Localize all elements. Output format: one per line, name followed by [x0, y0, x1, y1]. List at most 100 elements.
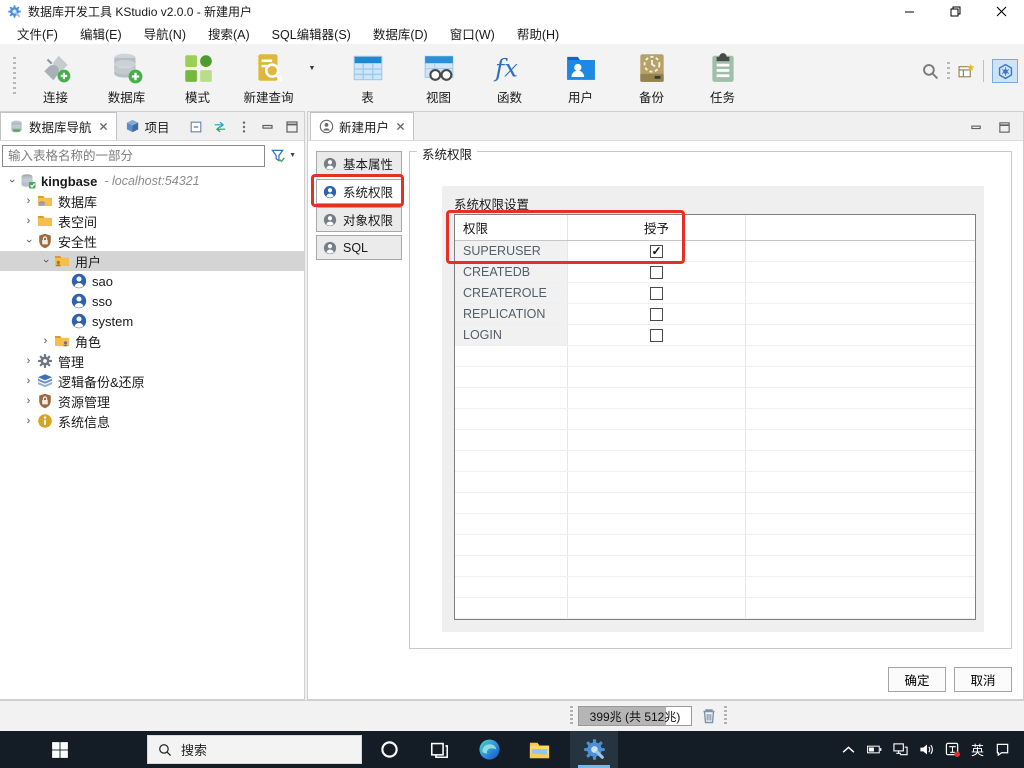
tab-close-icon[interactable]: [99, 122, 108, 131]
toolbar-button-connect[interactable]: 连接: [20, 51, 91, 106]
trash-icon[interactable]: [700, 707, 718, 725]
grant-checkbox[interactable]: [650, 287, 663, 300]
table-row[interactable]: CREATEDB: [455, 262, 975, 283]
tree-item-tablespaces[interactable]: ›表空间: [0, 211, 304, 231]
tree-item-databases[interactable]: ›数据库: [0, 191, 304, 211]
notification-center-icon[interactable]: [995, 742, 1010, 757]
tab-database-navigator[interactable]: 数据库导航: [0, 112, 117, 140]
toolbar-button-function[interactable]: fx函数: [474, 51, 545, 106]
tree-chevron-icon[interactable]: ›: [21, 355, 36, 367]
edge-browser-button[interactable]: [478, 738, 501, 761]
tree-chevron-icon[interactable]: ›: [21, 195, 36, 207]
tray-chevron-up-icon[interactable]: [841, 742, 856, 757]
tree-item-user-sso[interactable]: sso: [0, 291, 304, 311]
tab-projects[interactable]: 项目: [117, 112, 178, 140]
cancel-button[interactable]: 取消: [954, 667, 1012, 692]
empty-cell: [455, 367, 568, 387]
ime-mode-icon[interactable]: [945, 742, 960, 757]
panel-maximize-icon[interactable]: [285, 120, 299, 134]
tree-item-label: system: [92, 314, 133, 329]
tree-item-logical-backup[interactable]: ›逻辑备份&还原: [0, 371, 304, 391]
search-icon[interactable]: [922, 63, 939, 80]
cortana-button[interactable]: [380, 740, 399, 759]
tree-item-kingbase[interactable]: ›kingbase- localhost:54321: [0, 171, 304, 191]
edge-icon: [478, 738, 501, 761]
panel-minimize-icon[interactable]: [261, 120, 275, 134]
tree-item-roles[interactable]: ›角色: [0, 331, 304, 351]
menu-item[interactable]: 导航(N): [133, 21, 197, 46]
window-close-button[interactable]: [978, 0, 1024, 22]
taskbar-search-box[interactable]: 搜索: [147, 735, 362, 764]
tree-item-user-system[interactable]: system: [0, 311, 304, 331]
kstudio-perspective-button[interactable]: [992, 59, 1018, 83]
kstudio-taskbar-button[interactable]: [570, 731, 618, 768]
toolbar-dropdown-caret[interactable]: ▼: [304, 51, 320, 85]
menu-item[interactable]: 搜索(A): [197, 21, 261, 46]
tree-item-security[interactable]: ›安全性: [0, 231, 304, 251]
table-row[interactable]: LOGIN: [455, 325, 975, 346]
section-title: 系统权限设置: [442, 186, 984, 213]
link-editor-icon[interactable]: [213, 120, 227, 134]
tree-item-management[interactable]: ›管理: [0, 351, 304, 371]
grant-checkbox[interactable]: [650, 329, 663, 342]
toolbar-button-task[interactable]: 任务: [687, 51, 758, 106]
tree-chevron-icon[interactable]: ›: [21, 395, 36, 407]
toolbar-button-backup[interactable]: 备份: [616, 51, 687, 106]
toolbar-button-table[interactable]: 表: [332, 51, 403, 106]
grant-checkbox[interactable]: ✓: [650, 245, 663, 258]
tree-item-user-sao[interactable]: sao: [0, 271, 304, 291]
tree-item-users[interactable]: ›用户: [0, 251, 304, 271]
task-view-button[interactable]: [430, 740, 449, 759]
tree-item-system-info[interactable]: ›系统信息: [0, 411, 304, 431]
toolbar-button-view[interactable]: 视图: [403, 51, 474, 106]
tree-chevron-icon[interactable]: ›: [21, 415, 36, 427]
tree-chevron-icon[interactable]: ›: [21, 215, 36, 227]
grant-checkbox[interactable]: [650, 266, 663, 279]
battery-icon[interactable]: [867, 742, 882, 757]
tree-chevron-icon[interactable]: ›: [21, 375, 36, 387]
filter-button[interactable]: ▼: [265, 148, 302, 163]
table-name-filter-input[interactable]: [2, 145, 265, 167]
window-minimize-button[interactable]: [886, 0, 932, 22]
ok-button[interactable]: 确定: [888, 667, 946, 692]
speaker-icon[interactable]: [919, 742, 934, 757]
menu-item[interactable]: 帮助(H): [506, 21, 570, 46]
editor-minimize-icon[interactable]: [970, 121, 983, 134]
tree-chevron-icon[interactable]: ›: [4, 175, 19, 187]
toolbar-grip: [13, 57, 16, 95]
side-tab-basic-properties[interactable]: 基本属性: [316, 151, 402, 176]
toolbar-button-database[interactable]: 数据库: [91, 51, 162, 106]
tree-chevron-icon[interactable]: ›: [38, 255, 53, 267]
side-tab-object-privileges[interactable]: 对象权限: [316, 207, 402, 232]
menu-item[interactable]: SQL编辑器(S): [261, 21, 362, 46]
tree-chevron-icon[interactable]: ›: [21, 235, 36, 247]
editor-maximize-icon[interactable]: [998, 121, 1011, 134]
side-tab-sql[interactable]: SQL: [316, 235, 402, 260]
tree-item-resource-management[interactable]: ›资源管理: [0, 391, 304, 411]
empty-cell: [746, 430, 975, 450]
menu-item[interactable]: 窗口(W): [439, 21, 506, 46]
function-icon: fx: [493, 51, 527, 85]
tree-chevron-icon[interactable]: ›: [38, 335, 53, 347]
side-tab-system-privileges[interactable]: 系统权限: [316, 179, 402, 204]
toolbar-button-new-query[interactable]: 新建查询: [233, 51, 304, 106]
table-row[interactable]: REPLICATION: [455, 304, 975, 325]
grant-checkbox[interactable]: [650, 308, 663, 321]
network-icon[interactable]: [893, 742, 908, 757]
view-menu-icon[interactable]: [237, 120, 251, 134]
window-restore-button[interactable]: [932, 0, 978, 22]
table-row[interactable]: CREATEROLE: [455, 283, 975, 304]
tab-close-icon[interactable]: [396, 122, 405, 131]
file-explorer-button[interactable]: [528, 738, 551, 761]
collapse-all-icon[interactable]: [189, 120, 203, 134]
menu-item[interactable]: 文件(F): [6, 21, 69, 46]
menu-item[interactable]: 编辑(E): [69, 21, 133, 46]
tab-new-user[interactable]: 新建用户: [310, 112, 414, 140]
ime-language-label[interactable]: 英: [971, 740, 984, 759]
toolbar-button-schema[interactable]: 模式: [162, 51, 233, 106]
open-perspective-icon[interactable]: [958, 63, 975, 80]
menu-item[interactable]: 数据库(D): [362, 21, 439, 46]
table-row[interactable]: SUPERUSER✓: [455, 241, 975, 262]
start-button[interactable]: [50, 740, 70, 760]
toolbar-button-user[interactable]: 用户: [545, 51, 616, 106]
